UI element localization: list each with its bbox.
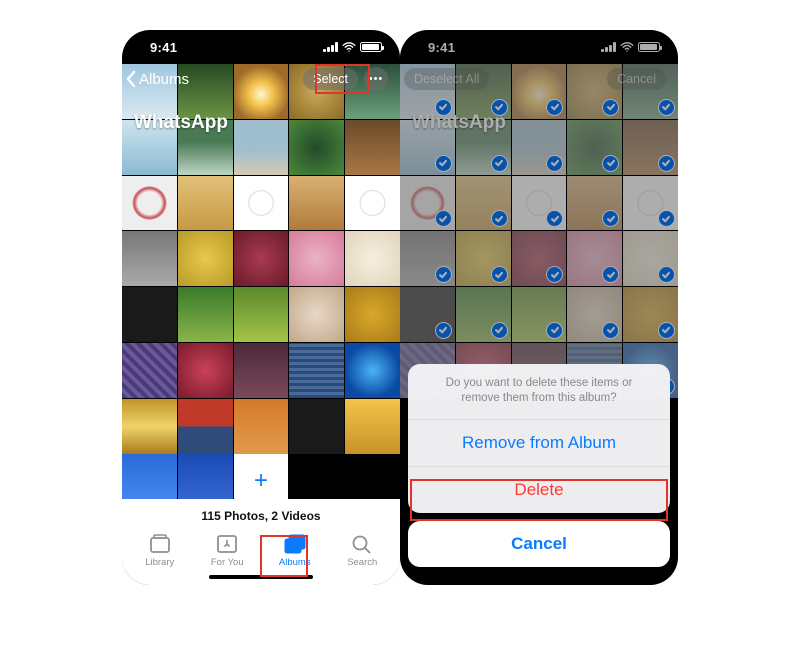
photo-thumbnail[interactable] xyxy=(122,287,177,342)
photo-thumbnail[interactable] xyxy=(122,176,177,231)
ellipsis-icon: ••• xyxy=(369,73,384,85)
album-count: 115 Photos, 2 Videos xyxy=(122,499,400,529)
home-indicator[interactable] xyxy=(209,575,313,579)
phone-album-view: 9:41 Albums Select ••• WhatsApp + 115 Ph… xyxy=(122,30,400,585)
photo-thumbnail[interactable] xyxy=(234,120,289,175)
tab-albums[interactable]: Albums xyxy=(267,533,323,568)
photo-thumbnail[interactable] xyxy=(234,176,289,231)
photo-thumbnail[interactable] xyxy=(122,231,177,286)
status-time: 9:41 xyxy=(150,40,177,55)
delete-button[interactable]: Delete xyxy=(408,467,670,513)
album-title: WhatsApp xyxy=(134,112,228,134)
photo-thumbnail[interactable] xyxy=(178,287,233,342)
photo-thumbnail[interactable] xyxy=(345,399,400,454)
search-icon xyxy=(350,533,374,555)
photo-thumbnail[interactable] xyxy=(289,176,344,231)
chevron-left-icon xyxy=(126,70,137,88)
photo-thumbnail[interactable] xyxy=(345,343,400,398)
photo-thumbnail[interactable] xyxy=(345,231,400,286)
photo-thumbnail[interactable] xyxy=(178,176,233,231)
photo-thumbnail[interactable] xyxy=(289,287,344,342)
nav-bar: Albums Select ••• xyxy=(122,64,400,94)
photo-thumbnail[interactable] xyxy=(234,343,289,398)
sheet-message: Do you want to delete these items or rem… xyxy=(408,364,670,420)
back-button[interactable]: Albums xyxy=(126,70,189,88)
tab-search[interactable]: Search xyxy=(334,533,390,568)
remove-from-album-button[interactable]: Remove from Album xyxy=(408,420,670,467)
photo-thumbnail[interactable] xyxy=(234,231,289,286)
select-button[interactable]: Select xyxy=(303,68,358,90)
photo-thumbnail[interactable] xyxy=(345,287,400,342)
more-button[interactable]: ••• xyxy=(364,67,388,91)
back-label: Albums xyxy=(139,71,189,88)
wifi-icon xyxy=(342,42,356,52)
photo-thumbnail[interactable] xyxy=(289,399,344,454)
home-indicator[interactable] xyxy=(484,573,594,577)
signal-icon xyxy=(323,42,338,52)
photo-thumbnail[interactable] xyxy=(178,343,233,398)
photo-thumbnail[interactable] xyxy=(178,231,233,286)
photo-thumbnail[interactable] xyxy=(345,120,400,175)
photo-thumbnail[interactable] xyxy=(289,120,344,175)
tab-bar: Library For You Albums Search xyxy=(122,529,400,570)
photo-thumbnail[interactable] xyxy=(234,287,289,342)
cancel-button[interactable]: Cancel xyxy=(408,521,670,567)
action-sheet: Do you want to delete these items or rem… xyxy=(408,364,670,577)
library-icon xyxy=(148,533,172,555)
photo-thumbnail[interactable] xyxy=(178,399,233,454)
photo-grid-container: + 115 Photos, 2 Videos Library For You A… xyxy=(122,64,400,585)
photo-thumbnail[interactable] xyxy=(289,343,344,398)
foryou-icon xyxy=(215,533,239,555)
photo-thumbnail[interactable] xyxy=(234,399,289,454)
albums-icon xyxy=(283,533,307,555)
photo-thumbnail[interactable] xyxy=(122,343,177,398)
phone-delete-sheet: 9:41 Deselect All Cancel WhatsApp Do you… xyxy=(400,30,678,585)
photo-thumbnail[interactable] xyxy=(289,231,344,286)
photo-thumbnail[interactable] xyxy=(122,399,177,454)
tab-foryou[interactable]: For You xyxy=(199,533,255,568)
plus-icon: + xyxy=(254,467,268,495)
tab-library[interactable]: Library xyxy=(132,533,188,568)
photo-thumbnail[interactable] xyxy=(345,176,400,231)
battery-icon xyxy=(360,42,382,52)
status-bar: 9:41 xyxy=(122,30,400,64)
